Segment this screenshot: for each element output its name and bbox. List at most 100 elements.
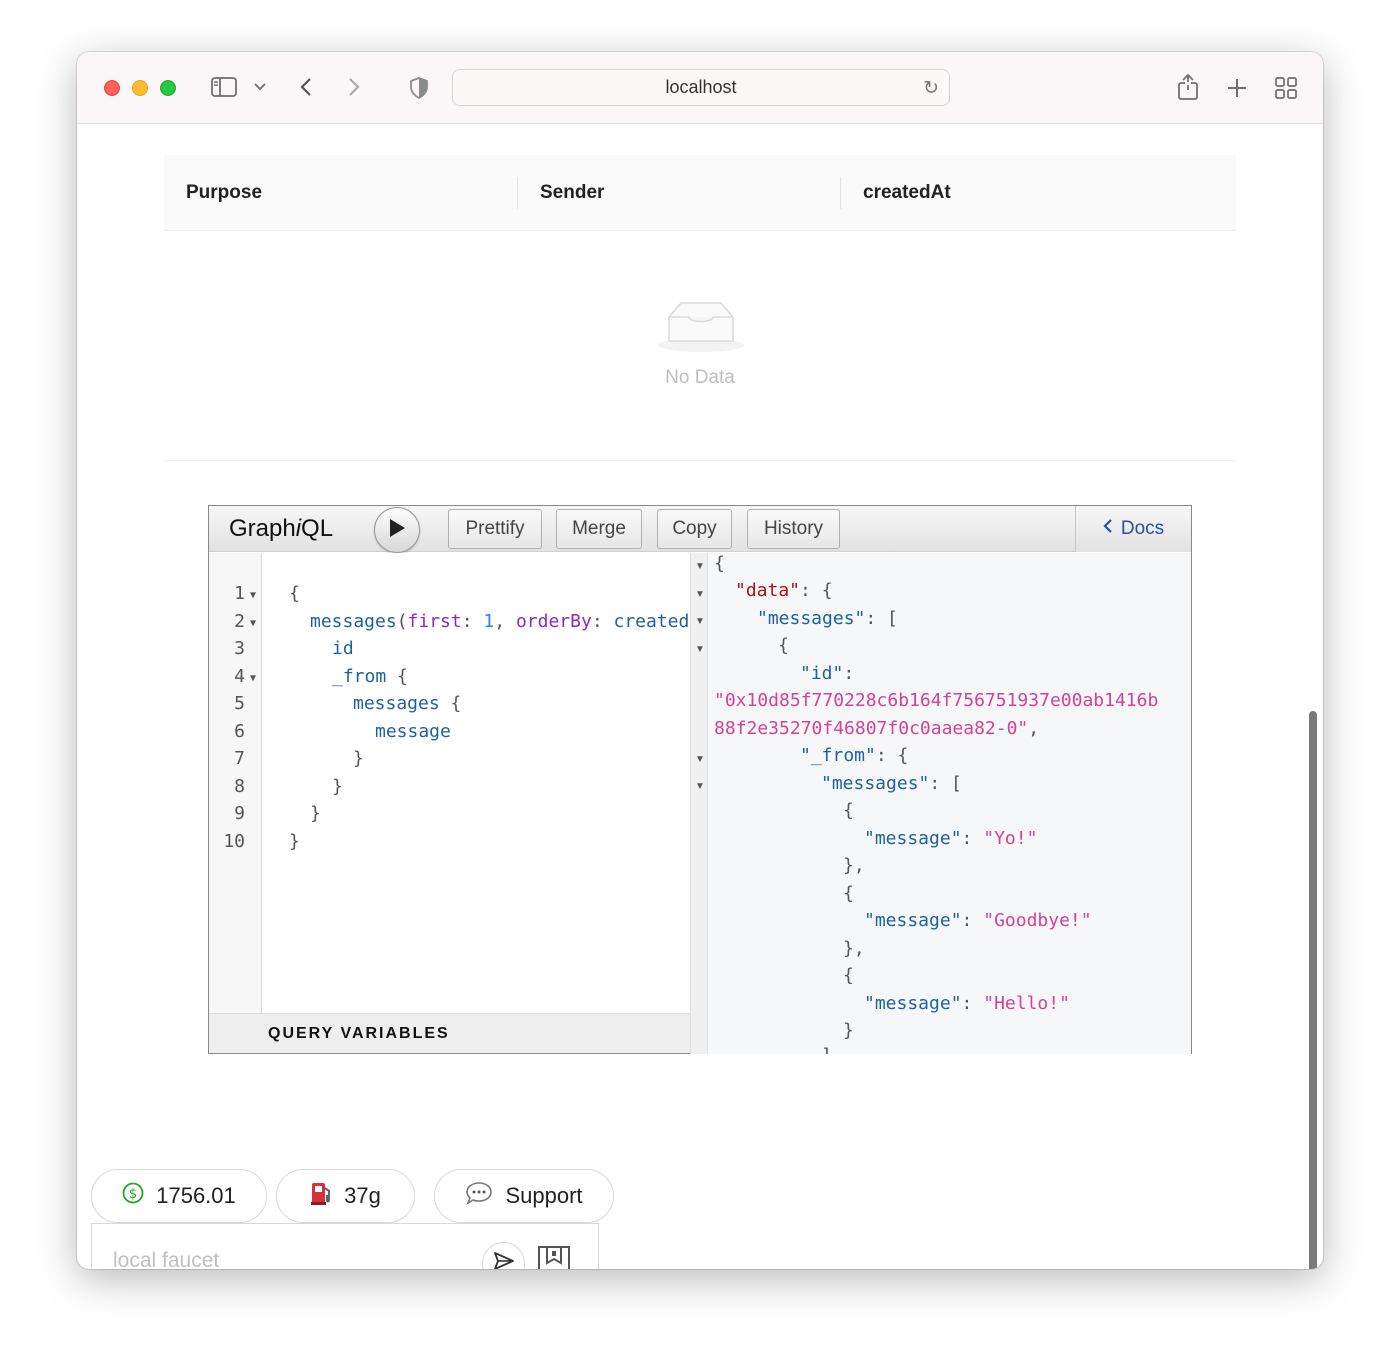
history-button[interactable]: History [747,509,840,549]
send-button[interactable] [482,1242,525,1269]
code-line: _from { [332,666,408,687]
svg-text:$: $ [129,1187,137,1202]
balance-badge[interactable]: $ 1756.01 [91,1169,267,1223]
code-line: messages(first: 1, orderBy: createdA [310,611,701,632]
result-line: "_from": { [800,745,909,766]
fold-arrow-icon[interactable]: ▼ [695,754,705,765]
result-line: { [843,965,854,986]
graphiql-toolbar: GraphiQL Prettify Merge Copy History Doc… [209,506,1191,553]
gas-price-badge[interactable]: 37g [276,1169,415,1223]
address-bar[interactable]: localhost ↻ [452,69,950,106]
result-line: "messages": [ [757,608,898,629]
fuel-pump-icon [310,1180,332,1212]
support-button[interactable]: Support [434,1169,614,1223]
column-divider [840,177,841,209]
faucet-form: local faucet [91,1223,599,1269]
plus-icon[interactable] [1225,76,1249,100]
graphiql-panel: GraphiQL Prettify Merge Copy History Doc… [208,505,1192,1054]
share-icon[interactable] [1176,72,1200,102]
result-line: "data": { [735,580,833,601]
chevron-down-icon[interactable] [253,80,267,94]
result-line: "messages": [ [821,773,962,794]
tab-overview-icon[interactable] [1274,76,1298,100]
result-line: "id": [800,663,855,684]
line-number: 8 [234,776,245,797]
chevron-left-icon [1103,518,1113,540]
query-editor[interactable]: 1 2 3 4 5 6 7 8 9 10 ▼ ▼ ▼ { messages(fi… [209,553,700,1013]
sidebar-icon[interactable] [210,76,238,98]
browser-window: localhost ↻ Purpose Sender createdAt No … [77,52,1323,1269]
close-window-button[interactable] [104,80,120,96]
shield-icon[interactable] [408,76,430,100]
line-number: 9 [234,803,245,824]
column-header-created-at[interactable]: createdAt [863,155,951,231]
faucet-address-input[interactable]: local faucet [113,1249,219,1269]
support-label: Support [505,1183,583,1208]
speech-bubble-icon [465,1181,493,1211]
line-number-gutter: 1 2 3 4 5 6 7 8 9 10 ▼ ▼ ▼ [209,553,262,1013]
fold-arrow-icon[interactable]: ▼ [695,644,705,655]
line-number: 10 [223,831,245,852]
page-content: Purpose Sender createdAt No Data GraphiQ… [77,125,1323,1269]
column-header-purpose[interactable]: Purpose [186,155,262,231]
docs-button[interactable]: Docs [1075,506,1191,552]
result-line: { [843,800,854,821]
code-line: message [375,721,451,742]
result-line: } [843,1020,854,1041]
result-viewer: { "data": { "messages": [ { "id": "0x10d… [708,553,1191,1054]
code-line: } [353,748,364,769]
zoom-window-button[interactable] [160,80,176,96]
column-divider [517,177,518,209]
fold-arrow-icon[interactable]: ▼ [250,673,256,684]
line-number: 3 [234,638,245,659]
graphiql-logo: GraphiQL [229,515,334,542]
play-icon [388,518,406,543]
docs-label: Docs [1120,518,1165,539]
minimize-window-button[interactable] [132,80,148,96]
result-line: { [843,883,854,904]
fold-arrow-icon[interactable]: ▼ [695,781,705,792]
code-line: } [332,776,343,797]
result-line: "message": "Goodbye!" [864,910,1092,931]
line-number: 1 [234,583,245,604]
gas-price-value: 37g [344,1183,381,1208]
fold-arrow-icon[interactable]: ▼ [695,616,705,627]
result-line: 88f2e35270f46807f0c0aaea82-0", [714,718,1040,739]
result-line: }, [843,855,865,876]
line-number: 7 [234,748,245,769]
code-line: id [332,638,354,659]
balance-value: 1756.01 [156,1183,236,1208]
execute-query-button[interactable] [374,507,420,553]
column-header-sender[interactable]: Sender [540,155,604,231]
line-number: 4 [234,666,245,687]
query-variables-toggle[interactable]: QUERY VARIABLES [209,1013,690,1053]
copy-button[interactable]: Copy [657,509,732,549]
merge-button[interactable]: Merge [556,509,642,549]
line-number: 6 [234,721,245,742]
wallet-icon[interactable] [537,1245,571,1269]
line-number: 5 [234,693,245,714]
send-icon [493,1251,515,1269]
chevron-left-icon[interactable] [296,76,316,98]
fold-arrow-icon[interactable]: ▼ [695,589,705,600]
prettify-button[interactable]: Prettify [448,509,542,549]
chevron-right-icon[interactable] [344,76,364,98]
result-line: ] [821,1045,832,1054]
line-number: 2 [234,611,245,632]
result-line: { [778,635,789,656]
editor-divider[interactable]: ▼ ▼ ▼ ▼ ▼ ▼ [690,553,708,1054]
result-line: "0x10d85f770228c6b164f756751937e00ab1416… [714,690,1159,711]
fold-arrow-icon[interactable]: ▼ [695,561,705,572]
reload-icon[interactable]: ↻ [923,77,939,100]
result-line: { [714,553,725,574]
fold-arrow-icon[interactable]: ▼ [250,618,256,629]
fold-arrow-icon[interactable]: ▼ [250,590,256,601]
result-line: "message": "Yo!" [864,828,1038,849]
code-line: messages { [353,693,462,714]
result-line: }, [843,938,865,959]
url-text: localhost [665,77,737,97]
code-line: { [289,583,300,604]
page-scrollbar[interactable] [1309,711,1317,1269]
result-line: "message": "Hello!" [864,993,1070,1014]
title-bar: localhost ↻ [77,52,1323,124]
